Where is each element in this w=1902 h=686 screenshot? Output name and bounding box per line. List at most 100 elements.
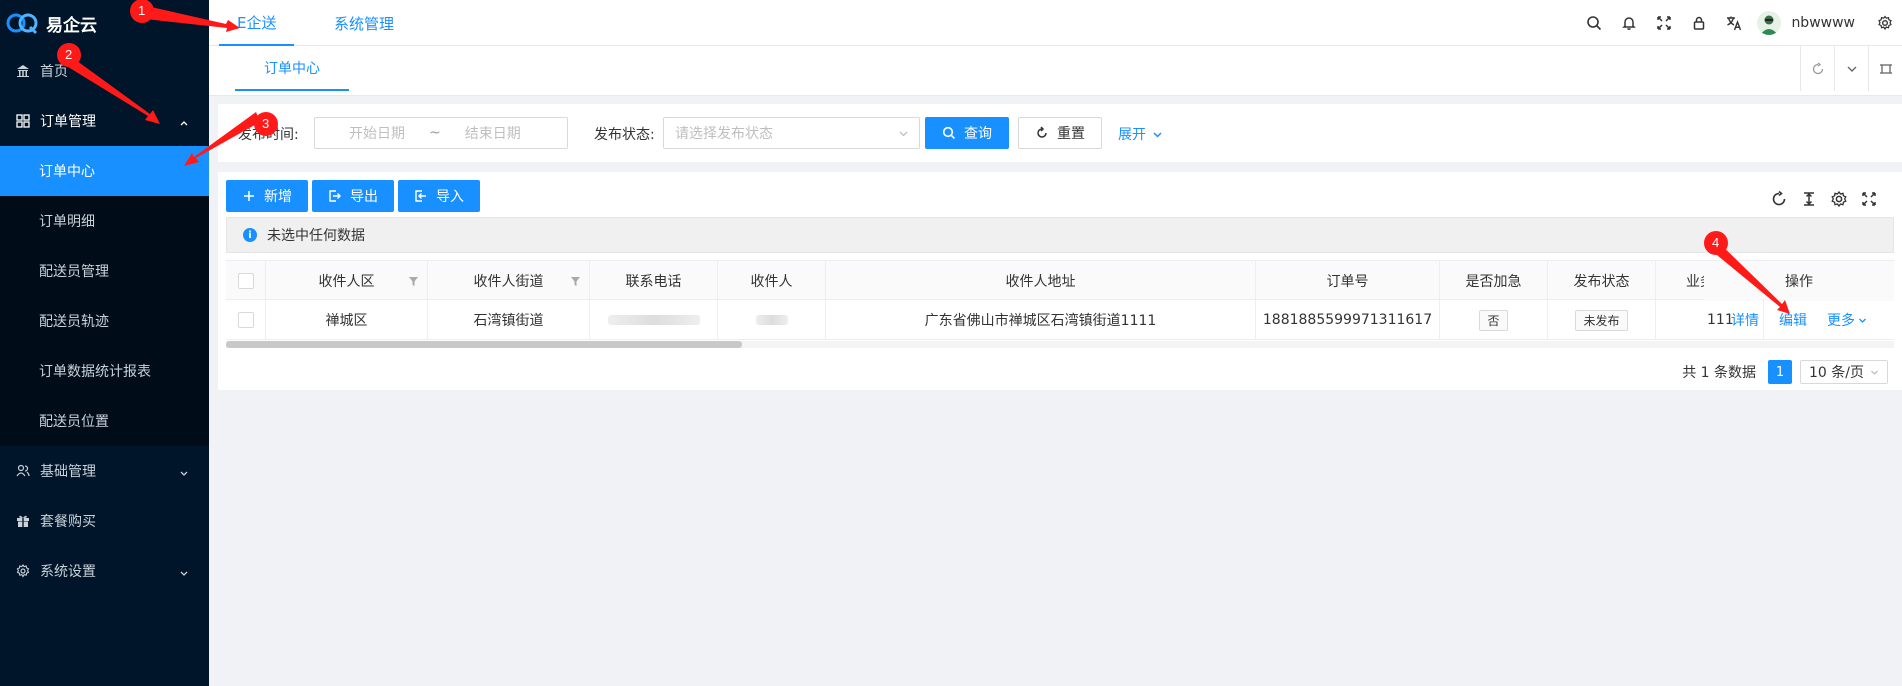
- header-label: 联系电话: [625, 274, 682, 290]
- refresh-icon[interactable]: [1764, 184, 1794, 214]
- cell-address: 广东省佛山市禅城区石湾镇街道1111: [826, 300, 1256, 340]
- tab-e-qisong[interactable]: E企送: [219, 0, 295, 46]
- tab-system-management[interactable]: 系统管理: [334, 0, 394, 46]
- header-address: 收件人地址: [826, 261, 1256, 301]
- filter-icon[interactable]: [570, 275, 581, 286]
- scrollbar-thumb[interactable]: [226, 341, 742, 348]
- page-1[interactable]: 1: [1768, 360, 1792, 384]
- row-select-cell: [226, 300, 266, 340]
- cell-phone: [590, 300, 718, 340]
- chevron-down-icon: [899, 131, 908, 137]
- date-separator: ~: [429, 125, 441, 141]
- horizontal-scrollbar[interactable]: [226, 341, 1894, 348]
- grid-icon: [16, 114, 30, 128]
- end-date-input[interactable]: 结束日期: [465, 123, 521, 143]
- chevron-down-icon[interactable]: [1834, 46, 1868, 91]
- sidebar-item-label: 订单明细: [39, 214, 95, 230]
- add-button[interactable]: 新增: [226, 180, 308, 212]
- order-submenu: 订单中心 订单明细 配送员管理 配送员轨迹 订单数据统计报表 配送员位置: [0, 146, 209, 446]
- header-operation: 操作: [1704, 261, 1894, 301]
- user-menu[interactable]: nbwwww: [1751, 11, 1867, 35]
- chevron-down-icon: [1153, 131, 1162, 138]
- column-height-icon[interactable]: [1794, 184, 1824, 214]
- alert-text: 未选中任何数据: [267, 228, 365, 244]
- reset-label: 重置: [1057, 126, 1085, 142]
- cell-order-no: 1881885599971311617: [1256, 300, 1440, 340]
- sidebar-item-order-management[interactable]: 订单管理: [0, 96, 209, 146]
- translate-icon[interactable]: [1716, 0, 1751, 46]
- sidebar-item-order-detail[interactable]: 订单明细: [0, 196, 209, 246]
- header-label: 是否加急: [1465, 274, 1522, 290]
- sidebar-item-order-center[interactable]: 订单中心: [0, 146, 209, 196]
- header-urgent: 是否加急: [1440, 261, 1548, 301]
- maximize-icon[interactable]: [1868, 46, 1902, 91]
- cell-district: 禅城区: [266, 300, 428, 340]
- date-range-picker[interactable]: 开始日期 ~ 结束日期: [314, 117, 568, 149]
- reload-icon: [1037, 126, 1047, 138]
- export-icon: [329, 190, 341, 202]
- sidebar-item-home[interactable]: 首页: [0, 46, 209, 96]
- bell-icon[interactable]: [1611, 0, 1646, 46]
- header-district: 收件人区: [266, 261, 428, 301]
- header-label: 收件人: [750, 274, 793, 290]
- top-header: E企送 系统管理 nbwwww: [209, 0, 1902, 46]
- table-row: 禅城区 石湾镇街道 广东省佛山市禅城区石湾镇街道1111 18818855999…: [226, 300, 1894, 340]
- sidebar-item-system-settings[interactable]: 系统设置: [0, 546, 209, 596]
- column-settings-icon[interactable]: [1824, 184, 1854, 214]
- plus-icon: [244, 191, 254, 201]
- gift-icon: [16, 514, 30, 528]
- export-button[interactable]: 导出: [312, 180, 394, 212]
- sidebar-item-label: 配送员轨迹: [39, 314, 109, 330]
- header-street: 收件人街道: [428, 261, 590, 301]
- sidebar-item-basic-management[interactable]: 基础管理: [0, 446, 209, 496]
- header-label: 收件人区: [318, 274, 375, 290]
- chevron-up-icon: [179, 116, 189, 126]
- annotation-label-4: 4: [1712, 235, 1720, 250]
- status-placeholder: 请选择发布状态: [675, 126, 773, 142]
- bank-icon: [16, 64, 30, 78]
- row-checkbox[interactable]: [237, 312, 254, 328]
- tab-order-center[interactable]: 订单中心: [235, 46, 349, 91]
- fullscreen-icon[interactable]: [1854, 184, 1884, 214]
- sidebar-item-label: 订单数据统计报表: [39, 364, 151, 380]
- start-date-input[interactable]: 开始日期: [349, 123, 405, 143]
- publish-status-label: 发布状态:: [594, 127, 655, 143]
- detail-link[interactable]: 详情: [1731, 310, 1759, 330]
- lock-icon[interactable]: [1681, 0, 1716, 46]
- query-button[interactable]: 查询: [925, 117, 1009, 149]
- sidebar-item-package-purchase[interactable]: 套餐购买: [0, 496, 209, 546]
- import-button[interactable]: 导入: [398, 180, 480, 212]
- avatar: [1757, 11, 1782, 35]
- sidebar-item-label: 配送员位置: [39, 414, 109, 430]
- query-label: 查询: [964, 126, 992, 142]
- chevron-down-icon: [1859, 318, 1866, 323]
- edit-link[interactable]: 编辑: [1779, 310, 1807, 330]
- sidebar-item-courier-track[interactable]: 配送员轨迹: [0, 296, 209, 346]
- sidebar-item-courier-location[interactable]: 配送员位置: [0, 396, 209, 446]
- user-group-icon: [16, 464, 30, 478]
- more-link[interactable]: 更多: [1827, 310, 1867, 330]
- expand-link[interactable]: 展开: [1118, 124, 1163, 144]
- header-label: 订单号: [1326, 274, 1369, 290]
- select-all-checkbox[interactable]: [237, 273, 254, 289]
- more-label: 更多: [1827, 313, 1855, 329]
- reset-button[interactable]: 重置: [1018, 117, 1102, 149]
- cell-urgent: 否: [1440, 300, 1548, 340]
- username: nbwwww: [1791, 15, 1855, 31]
- annotation-label-1: 1: [138, 3, 146, 18]
- sidebar-item-order-report[interactable]: 订单数据统计报表: [0, 346, 209, 396]
- fullscreen-icon[interactable]: [1646, 0, 1681, 46]
- cell-recipient: [718, 300, 826, 340]
- page-size-select[interactable]: 10 条/页: [1800, 360, 1888, 384]
- sidebar-item-courier-management[interactable]: 配送员管理: [0, 246, 209, 296]
- chevron-down-icon: [179, 566, 189, 576]
- search-icon[interactable]: [1576, 0, 1611, 46]
- header-label: 操作: [1785, 274, 1813, 290]
- refresh-icon[interactable]: [1800, 46, 1834, 91]
- filter-icon[interactable]: [408, 275, 419, 286]
- table-tools: [1764, 184, 1884, 214]
- publish-status-select[interactable]: 请选择发布状态: [663, 117, 920, 149]
- settings-gear-icon[interactable]: [1867, 0, 1902, 46]
- header-label: 收件人街道: [473, 274, 544, 290]
- sidebar-item-label: 首页: [40, 64, 68, 80]
